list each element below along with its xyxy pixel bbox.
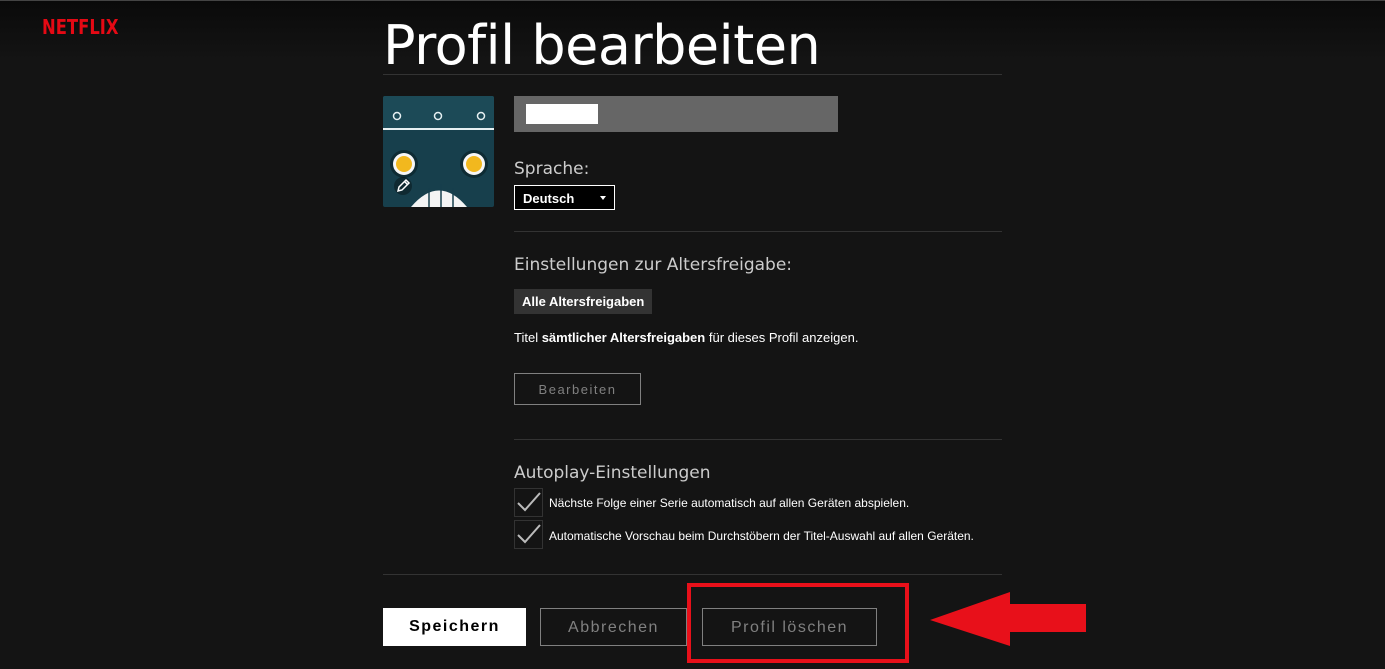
maturity-desc-bold: sämtlicher Altersfreigaben [541, 330, 706, 345]
autoplay-previews-label: Automatische Vorschau beim Durchstöbern … [549, 529, 974, 543]
autoplay-heading: Autoplay-Einstellungen [514, 463, 711, 483]
maturity-desc-suffix: für dieses Profil anzeigen. [705, 330, 859, 345]
edit-pencil-icon[interactable] [393, 176, 413, 196]
title-divider [383, 74, 1002, 75]
language-select[interactable]: Deutsch [514, 185, 615, 210]
left-arrow-icon [930, 592, 1086, 646]
autoplay-next-episode-label: Nächste Folge einer Serie automatisch au… [549, 496, 910, 510]
autoplay-previews-checkbox[interactable] [514, 520, 543, 549]
maturity-edit-button[interactable]: Bearbeiten [514, 373, 641, 405]
cancel-button[interactable]: Abbrechen [540, 608, 687, 646]
maturity-badge: Alle Altersfreigaben [514, 289, 653, 314]
netflix-logo[interactable]: NETFLIX [42, 15, 119, 39]
maturity-description: Titel sämtlicher Altersfreigaben für die… [514, 330, 858, 345]
maturity-divider [514, 439, 1002, 440]
page-title: Profil bearbeiten [383, 14, 821, 77]
actions-divider [383, 574, 1002, 575]
chevron-down-icon [600, 196, 606, 200]
autoplay-next-episode-checkbox[interactable] [514, 488, 543, 517]
save-button[interactable]: Speichern [383, 608, 526, 646]
profile-name-value [526, 104, 598, 124]
language-divider [514, 231, 1002, 232]
maturity-heading: Einstellungen zur Altersfreigabe: [514, 255, 793, 275]
profile-avatar[interactable] [383, 96, 494, 207]
checkmark-icon [517, 492, 541, 512]
language-selected-value: Deutsch [523, 191, 575, 206]
language-label: Sprache: [514, 159, 590, 179]
highlight-box [687, 583, 909, 663]
maturity-desc-prefix: Titel [514, 330, 542, 345]
checkmark-icon [517, 524, 541, 544]
profile-name-input[interactable] [514, 96, 838, 132]
